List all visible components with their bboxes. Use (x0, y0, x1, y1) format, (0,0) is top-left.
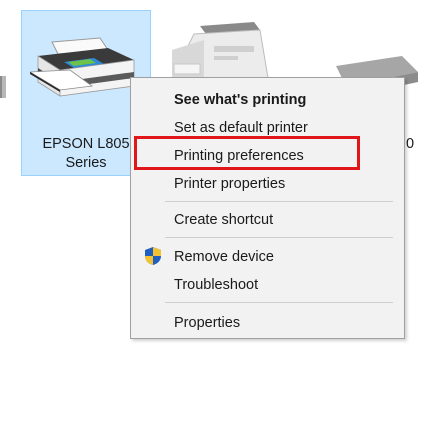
context-menu: See what's printing Set as default print… (130, 77, 405, 339)
menu-item-troubleshoot[interactable]: Troubleshoot (174, 276, 258, 294)
menu-item-remove-device[interactable]: Remove device (174, 248, 274, 266)
menu-separator (165, 237, 393, 238)
menu-item-create-shortcut[interactable]: Create shortcut (174, 211, 273, 229)
menu-separator (165, 201, 393, 202)
menu-item-set-default-printer[interactable]: Set as default printer (174, 119, 308, 137)
highlight-box (134, 136, 360, 170)
partial-device-icon-left[interactable] (0, 72, 8, 100)
printer-icon-2[interactable] (164, 20, 274, 80)
uac-shield-icon (143, 246, 163, 266)
menu-item-properties[interactable]: Properties (174, 314, 240, 332)
menu-separator (165, 302, 393, 303)
printer-icon (28, 36, 138, 108)
menu-item-printer-properties[interactable]: Printer properties (174, 175, 285, 193)
menu-item-see-whats-printing[interactable]: See what's printing (174, 91, 306, 109)
device-3-label-partial: 0 (406, 136, 415, 152)
